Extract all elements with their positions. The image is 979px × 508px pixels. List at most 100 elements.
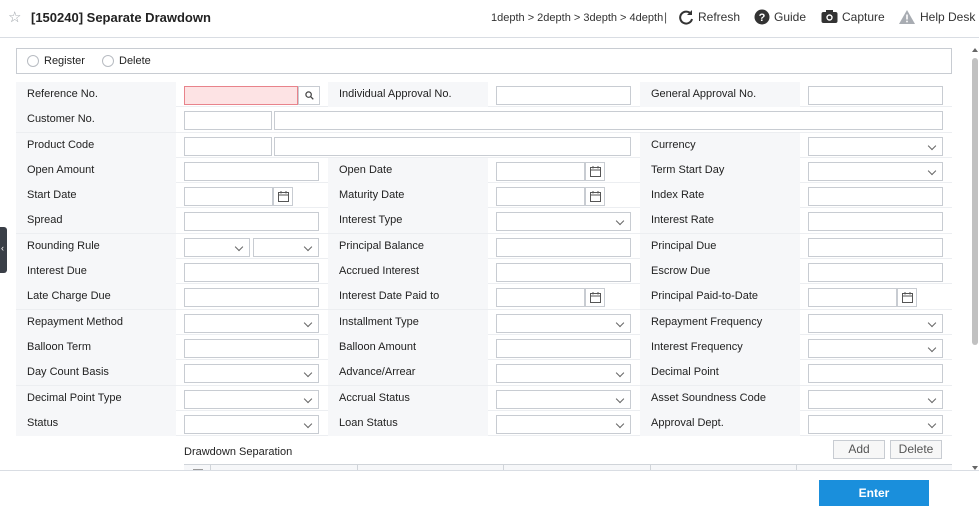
mode-selector: Register Delete — [16, 48, 952, 74]
customer-no-input[interactable] — [184, 111, 272, 131]
add-button[interactable]: Add — [833, 440, 885, 459]
form-row: Start Date Maturity Date Index Rate — [16, 183, 952, 209]
form-row: Rounding Rule Principal Balance Principa… — [16, 233, 952, 260]
principal-paid-date-input[interactable] — [808, 288, 897, 308]
field-label: Accrual Status — [328, 385, 488, 411]
field-label: Maturity Date — [328, 183, 488, 209]
field-label: Start Date — [16, 183, 176, 209]
rounding-rule-select-2[interactable] — [253, 237, 319, 257]
interest-type-select[interactable] — [496, 212, 631, 232]
interest-due-input[interactable] — [184, 263, 319, 283]
refresh-button[interactable]: Refresh — [678, 9, 740, 25]
calendar-icon[interactable] — [585, 288, 605, 308]
field-label: Currency — [640, 132, 800, 158]
delete-radio-label: Delete — [119, 55, 151, 67]
rounding-rule-select-1[interactable] — [184, 237, 250, 257]
field-label: Interest Rate — [640, 208, 800, 234]
escrow-due-input[interactable] — [808, 263, 943, 283]
principal-due-input[interactable] — [808, 237, 943, 257]
capture-button[interactable]: Capture — [821, 9, 885, 24]
open-amount-input[interactable] — [184, 161, 319, 181]
accrued-interest-input[interactable] — [496, 263, 631, 283]
scrollbar-thumb[interactable] — [972, 58, 978, 345]
field-label: Status — [16, 410, 176, 436]
form-row: Repayment Method Installment Type Repaym… — [16, 309, 952, 335]
individual-approval-input[interactable] — [496, 86, 631, 105]
register-radio[interactable]: Register — [27, 55, 85, 67]
search-icon[interactable] — [298, 86, 320, 105]
field-label: General Approval No. — [640, 82, 800, 107]
page-header: ☆ [150240] Separate Drawdown 1depth > 2d… — [0, 0, 979, 38]
page-title: [150240] Separate Drawdown — [31, 10, 211, 25]
form-row: Day Count Basis Advance/Arrear Decimal P… — [16, 360, 952, 386]
approval-dept-select[interactable] — [808, 414, 943, 434]
capture-label: Capture — [842, 9, 885, 24]
late-charge-due-input[interactable] — [184, 288, 319, 308]
product-code-input[interactable] — [184, 136, 272, 156]
field-label: Installment Type — [328, 309, 488, 335]
field-label: Index Rate — [640, 183, 800, 209]
field-label: Day Count Basis — [16, 360, 176, 386]
interest-date-paid-input[interactable] — [496, 288, 585, 308]
calendar-icon[interactable] — [585, 161, 605, 181]
status-select[interactable] — [184, 414, 319, 434]
start-date-input[interactable] — [184, 187, 273, 207]
vertical-scrollbar[interactable] — [971, 48, 979, 470]
interest-frequency-select[interactable] — [808, 338, 943, 358]
field-label: Balloon Amount — [328, 334, 488, 360]
principal-balance-input[interactable] — [496, 237, 631, 257]
repayment-frequency-select[interactable] — [808, 313, 943, 333]
reference-no-input[interactable] — [184, 86, 298, 105]
currency-select[interactable] — [808, 136, 943, 156]
delete-button[interactable]: Delete — [890, 440, 942, 459]
advance-arrear-select[interactable] — [496, 364, 631, 384]
field-label: Principal Due — [640, 233, 800, 259]
balloon-amount-input[interactable] — [496, 338, 631, 358]
scroll-up-arrow-icon[interactable] — [972, 48, 978, 52]
form-row: Spread Interest Type Interest Rate — [16, 208, 952, 234]
calendar-icon[interactable] — [897, 288, 917, 308]
field-label: Term Start Day — [640, 157, 800, 183]
field-label: Principal Balance — [328, 233, 488, 259]
field-label: Rounding Rule — [16, 233, 176, 259]
drawdown-separation-title: Drawdown Separation — [184, 446, 293, 458]
field-label: Decimal Point — [640, 360, 800, 386]
interest-rate-input[interactable] — [808, 212, 943, 232]
term-start-day-select[interactable] — [808, 161, 943, 181]
loan-status-select[interactable] — [496, 414, 631, 434]
field-label: Loan Status — [328, 410, 488, 436]
decimal-point-input[interactable] — [808, 364, 943, 384]
form-row: Status Loan Status Approval Dept. — [16, 410, 952, 437]
index-rate-input[interactable] — [808, 187, 943, 207]
calendar-icon[interactable] — [273, 187, 293, 207]
field-label: Advance/Arrear — [328, 360, 488, 386]
guide-button[interactable]: ? Guide — [754, 9, 806, 25]
calendar-icon[interactable] — [585, 187, 605, 207]
installment-type-select[interactable] — [496, 313, 631, 333]
field-label: Late Charge Due — [16, 284, 176, 310]
product-name-field[interactable] — [274, 136, 631, 156]
open-date-input[interactable] — [496, 161, 585, 181]
asset-soundness-code-select[interactable] — [808, 389, 943, 409]
field-label: Decimal Point Type — [16, 385, 176, 411]
repayment-method-select[interactable] — [184, 313, 319, 333]
accrual-status-select[interactable] — [496, 389, 631, 409]
balloon-term-input[interactable] — [184, 338, 319, 358]
refresh-label: Refresh — [698, 10, 741, 24]
field-label: Interest Due — [16, 259, 176, 285]
field-label: Accrued Interest — [328, 259, 488, 285]
enter-button[interactable]: Enter — [819, 480, 929, 506]
field-label: Product Code — [16, 132, 176, 158]
favorite-star-icon[interactable]: ☆ — [8, 10, 24, 26]
help-desk-button[interactable]: Help Desk — [898, 9, 975, 25]
form-row: Interest Due Accrued Interest Escrow Due — [16, 259, 952, 285]
day-count-basis-select[interactable] — [184, 364, 319, 384]
maturity-date-input[interactable] — [496, 187, 585, 207]
camera-icon — [821, 9, 838, 24]
customer-name-field[interactable] — [274, 111, 943, 131]
general-approval-input[interactable] — [808, 86, 943, 105]
decimal-point-type-select[interactable] — [184, 389, 319, 409]
delete-radio[interactable]: Delete — [102, 55, 151, 67]
form-row: Product Code Currency — [16, 132, 952, 158]
spread-input[interactable] — [184, 212, 319, 232]
